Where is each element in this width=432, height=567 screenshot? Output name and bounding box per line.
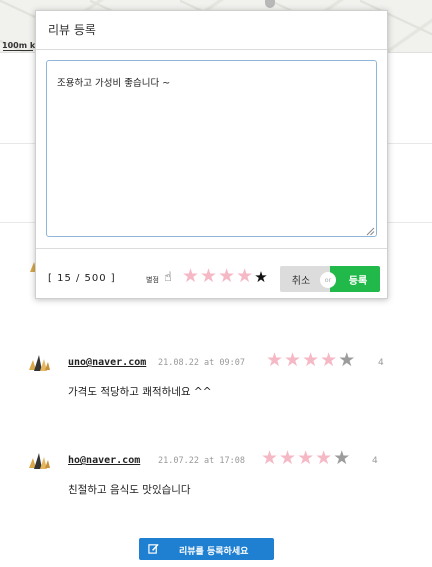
star-icon: ★	[302, 349, 321, 371]
review-comment: 친절하고 음식도 맛있습니다	[68, 484, 191, 496]
star-icon: ★	[261, 447, 280, 469]
write-review-button[interactable]: 리뷰를 등록하세요	[139, 538, 274, 560]
register-button[interactable]: 등록	[330, 266, 380, 292]
edit-icon	[148, 543, 159, 554]
review-textarea[interactable]	[46, 60, 377, 237]
review-date: 21.08.22 at 09:07	[158, 358, 245, 368]
star-icon[interactable]: ★	[218, 265, 236, 287]
review-register-modal: 리뷰 등록 [ 15 / 500 ] 별점 ☝ ★★★★★ 취소 or 등록	[35, 10, 388, 299]
modal-footer-divider	[36, 248, 387, 249]
or-badge: or	[320, 272, 336, 288]
review-rating-stars: ★★★★★	[266, 351, 356, 370]
star-icon: ★	[284, 349, 303, 371]
star-icon: ★	[297, 447, 316, 469]
review-date: 21.07.22 at 17:08	[158, 456, 245, 466]
star-icon: ★	[333, 447, 352, 469]
avatar-icon	[29, 355, 50, 371]
modal-title: 리뷰 등록	[48, 23, 96, 37]
star-icon[interactable]: ★	[200, 265, 218, 287]
map-scale-bar	[3, 50, 33, 51]
map-pin-icon	[265, 0, 275, 8]
star-icon[interactable]: ★	[236, 265, 254, 287]
star-icon: ★	[279, 447, 298, 469]
rating-star-input[interactable]: ★★★★★	[182, 267, 269, 286]
star-icon: ★	[315, 447, 334, 469]
review-rating-stars: ★★★★★	[261, 449, 351, 468]
rating-label: 별점	[146, 276, 159, 284]
star-icon: ★	[320, 349, 339, 371]
write-review-label: 리뷰를 등록하세요	[179, 547, 249, 557]
review-email[interactable]: ho@naver.com	[68, 455, 140, 466]
resize-handle-icon[interactable]	[366, 227, 375, 236]
star-icon: ★	[338, 349, 357, 371]
star-icon[interactable]: ★	[182, 265, 200, 287]
review-score: 4	[378, 358, 384, 368]
review-score: 4	[372, 456, 378, 466]
star-icon[interactable]: ★	[254, 268, 268, 286]
char-counter: [ 15 / 500 ]	[48, 273, 116, 284]
avatar-icon	[29, 453, 50, 469]
star-icon: ★	[266, 349, 285, 371]
modal-header-divider	[36, 49, 387, 50]
review-email[interactable]: uno@naver.com	[68, 357, 146, 368]
review-comment: 가격도 적당하고 쾌적하네요 ^^	[68, 386, 212, 398]
thumbs-up-icon: ☝	[164, 270, 172, 285]
